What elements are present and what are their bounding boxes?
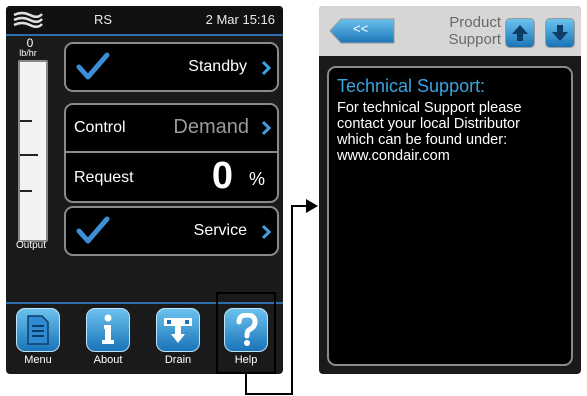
request-label: Request [74,169,134,186]
status-bar: RS 2 Mar 15:16 [6,6,283,36]
info-icon [102,314,114,344]
service-label: Service [193,222,247,239]
support-info-panel: Technical Support: For technical Support… [327,66,573,366]
gauge-tick [20,120,32,122]
support-body: For technical Support please contact you… [337,100,522,164]
standby-label: Standby [188,58,247,75]
menu-tile [16,308,60,352]
output-unit: lb/hr [19,48,37,58]
checkmark-icon [76,216,110,244]
standby-button[interactable]: Standby [64,42,279,92]
drain-label: Drain [164,354,192,366]
connector-line [245,393,292,395]
gauge-tick [20,154,38,156]
output-gauge [18,60,48,242]
help-header: << Product Support [319,6,581,56]
drain-button[interactable]: Drain [152,306,204,372]
scroll-down-button[interactable] [545,18,575,48]
checkmark-icon [76,52,110,80]
back-label: << [353,21,369,36]
support-title: Technical Support: [337,76,486,96]
gauge-tick [20,190,32,192]
document-icon [27,315,49,345]
request-unit: % [248,169,265,189]
connector-line [291,205,293,395]
help-screen: << Product Support Technical Support: Fo… [319,6,581,374]
chevron-right-icon [261,60,271,76]
menu-label: Menu [24,354,52,366]
drain-tile [156,308,200,352]
chevron-right-icon[interactable] [261,120,271,136]
logo-icon [13,11,43,28]
arrow-down-icon [552,25,568,41]
page-title: Product Support [448,14,501,48]
about-tile [86,308,130,352]
help-highlight-frame [216,292,276,374]
arrow-right-icon [306,199,318,213]
model-name: RS [94,12,113,27]
service-button[interactable]: Service [64,206,279,256]
output-label: Output [15,240,47,251]
request-value: 0 [211,155,233,197]
date-time: 2 Mar 15:16 [205,12,275,27]
control-mode-value[interactable]: Demand [173,116,249,139]
control-panel: Control Demand Request 0 % [64,103,279,203]
arrow-up-icon [512,25,528,41]
menu-button[interactable]: Menu [12,306,64,372]
connector-line [245,374,247,394]
panel-divider [66,151,277,153]
about-button[interactable]: About [82,306,134,372]
control-label: Control [74,119,126,136]
chevron-right-icon [261,224,271,240]
about-label: About [93,354,123,366]
scroll-up-button[interactable] [505,18,535,48]
drain-icon [164,318,192,343]
